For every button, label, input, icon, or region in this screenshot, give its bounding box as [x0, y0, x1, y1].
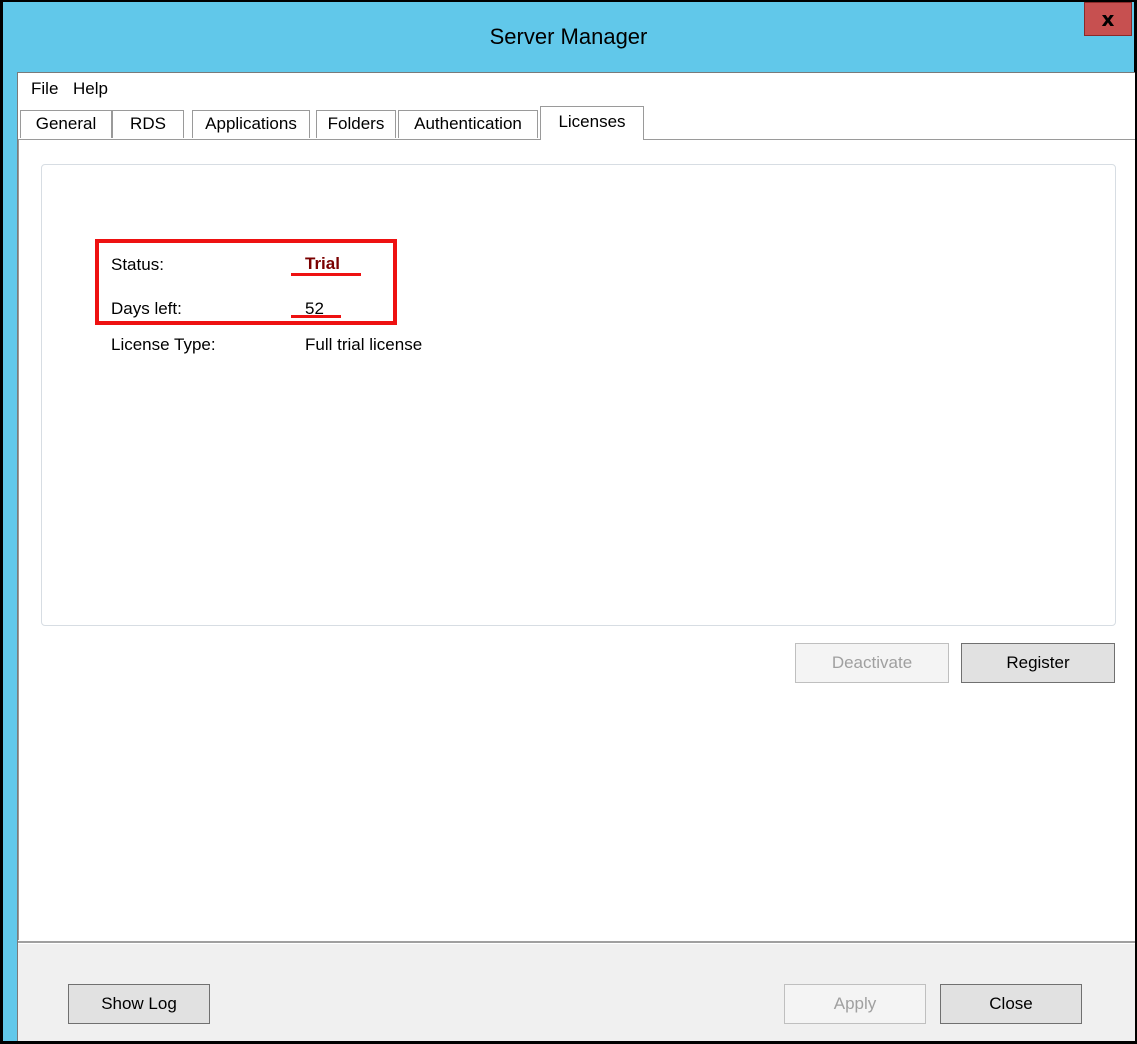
tab-rds[interactable]: RDS: [112, 110, 184, 138]
title-bar[interactable]: Server Manager x: [3, 2, 1134, 72]
license-type-value: Full trial license: [305, 335, 423, 354]
annotation-highlight-box: [95, 239, 397, 325]
close-button[interactable]: Close: [940, 984, 1082, 1024]
menu-help[interactable]: Help: [73, 79, 108, 99]
deactivate-button[interactable]: Deactivate: [795, 643, 949, 683]
tab-strip: General RDS Applications Folders Authent…: [18, 106, 1135, 140]
footer-bar: Show Log Apply Close: [18, 944, 1135, 1041]
tab-applications[interactable]: Applications: [192, 110, 310, 138]
menu-bar: File Help: [18, 73, 1135, 105]
server-manager-window: Server Manager x File Help General RDS A…: [0, 0, 1137, 1044]
show-log-button[interactable]: Show Log: [68, 984, 210, 1024]
tab-folders[interactable]: Folders: [316, 110, 396, 138]
tab-licenses[interactable]: Licenses: [540, 106, 644, 140]
license-info-group: [41, 164, 1116, 626]
tab-authentication[interactable]: Authentication: [398, 110, 538, 138]
annotation-underline-days: [291, 315, 341, 318]
annotation-underline-status: [291, 273, 361, 276]
license-type-label: License Type:: [111, 335, 216, 354]
menu-file[interactable]: File: [31, 79, 58, 99]
register-button[interactable]: Register: [961, 643, 1115, 683]
window-title: Server Manager: [489, 24, 648, 49]
tab-general[interactable]: General: [20, 110, 112, 138]
licenses-tab-panel: Status: Trial Days left: 52 License Type…: [18, 140, 1135, 940]
client-area: File Help General RDS Applications Folde…: [17, 72, 1135, 1041]
close-window-button[interactable]: x: [1084, 2, 1132, 36]
close-icon: x: [1101, 7, 1115, 31]
apply-button[interactable]: Apply: [784, 984, 926, 1024]
